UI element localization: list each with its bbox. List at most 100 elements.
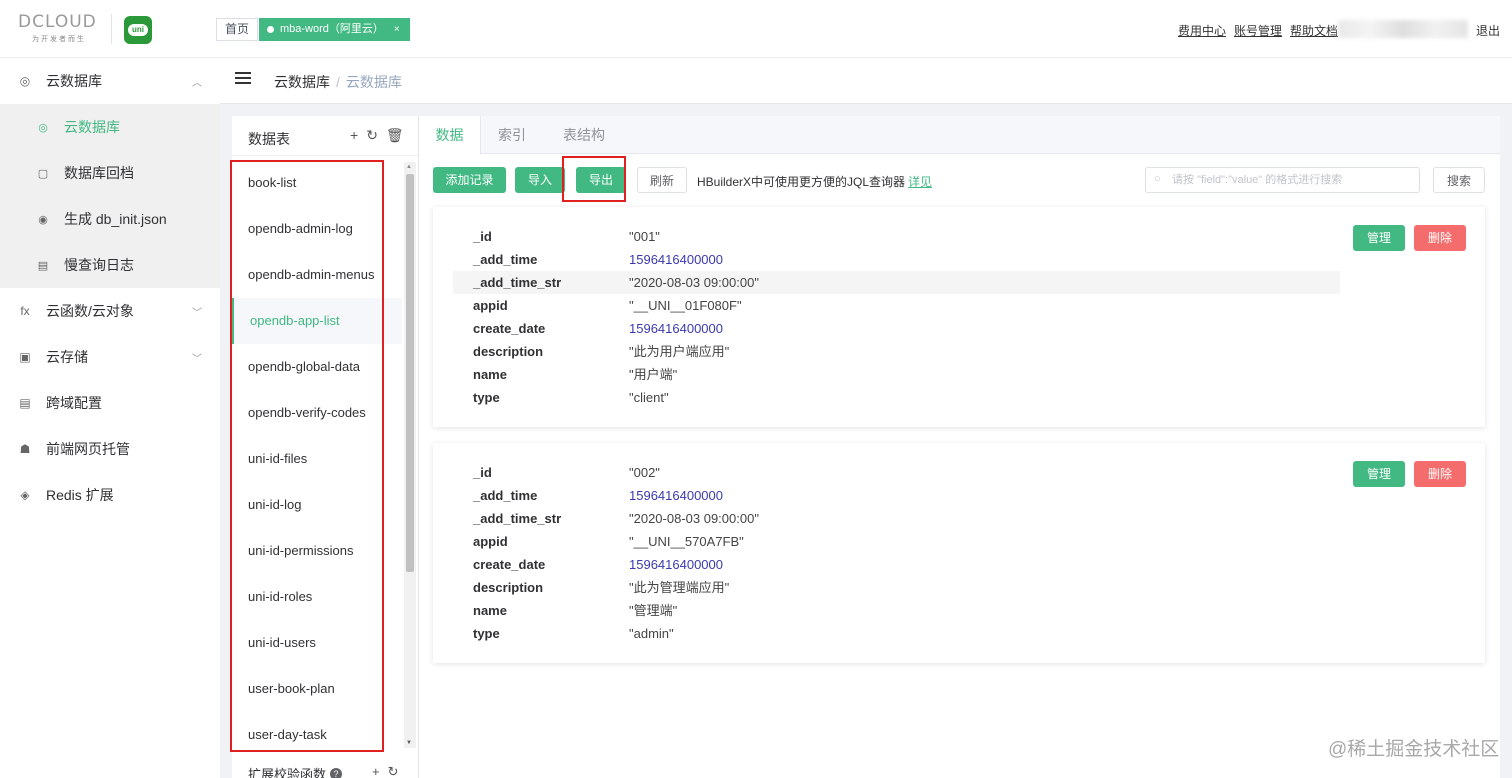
trash-icon[interactable]: 🗑 — [386, 127, 404, 144]
sidebar-item-label: 云存储 — [46, 349, 88, 365]
field-value: 1596416400000 — [629, 252, 723, 267]
import-button[interactable]: 导入 — [515, 167, 565, 193]
generate-icon: ◉ — [38, 213, 48, 226]
link-billing[interactable]: 费用中心 — [1178, 22, 1226, 39]
field-value: "管理端" — [629, 603, 678, 618]
sidebar-subitem-label: 数据库回档 — [64, 165, 134, 181]
scroll-down-icon[interactable]: ▼ — [406, 740, 412, 746]
field-key: type — [473, 390, 500, 405]
log-icon: ▤ — [37, 259, 49, 272]
sidebar-item-cors[interactable]: ▤ 跨域配置 — [0, 380, 220, 426]
jql-hint: HBuilderX中可使用更方便的JQL查询器 详见 — [697, 173, 932, 190]
manage-button[interactable]: 管理 — [1353, 225, 1405, 251]
field-value: 1596416400000 — [629, 557, 723, 572]
sidebar-subitem-rollback[interactable]: ▢ 数据库回档 — [0, 150, 220, 196]
field-value: "__UNI__570A7FB" — [629, 534, 744, 549]
field-value: 1596416400000 — [629, 321, 723, 336]
sidebar-item-label: 云函数/云对象 — [46, 303, 134, 319]
delete-button[interactable]: 删除 — [1414, 225, 1466, 251]
search-input[interactable] — [1172, 171, 1412, 189]
sidebar-item-cloud-database[interactable]: ◎ 云数据库 ︿ — [0, 58, 220, 104]
tables-panel-title: 数据表 — [248, 131, 290, 147]
refresh-icon[interactable]: ↻ — [388, 764, 399, 778]
sidebar-subitem-slow-log[interactable]: ▤ 慢查询日志 — [0, 242, 220, 288]
rollback-icon: ▢ — [37, 167, 49, 180]
field-key: description — [473, 580, 544, 595]
refresh-icon[interactable]: ↻ — [366, 127, 378, 144]
chevron-up-icon: ︿ — [192, 77, 202, 89]
breadcrumb: 云数据库 / 云数据库 — [274, 72, 402, 92]
field-key: appid — [473, 534, 508, 549]
field-key: name — [473, 603, 507, 618]
refresh-button[interactable]: 刷新 — [637, 167, 687, 193]
sidebar-item-label: 跨域配置 — [46, 395, 102, 411]
add-record-button[interactable]: 添加记录 — [433, 167, 506, 193]
field-value: "client" — [629, 390, 669, 405]
help-icon[interactable]: ? — [330, 767, 343, 778]
jql-hint-link[interactable]: 详见 — [908, 175, 932, 189]
search-icon: ○ — [1154, 173, 1161, 185]
search-button[interactable]: 搜索 — [1433, 167, 1485, 193]
field-value: "2020-08-03 09:00:00" — [629, 275, 759, 290]
sidebar-subitem-label: 慢查询日志 — [64, 257, 134, 273]
logout-link[interactable]: 退出 — [1476, 22, 1500, 39]
record-card: _id "001" _add_time 1596416400000 _add_tim… — [433, 207, 1485, 427]
logo-slogan: 为开发者而生 — [32, 36, 86, 43]
link-account[interactable]: 账号管理 — [1234, 22, 1282, 39]
link-help[interactable]: 帮助文档 — [1290, 22, 1338, 39]
highlight-box-table-list — [230, 160, 384, 752]
field-key: create_date — [473, 557, 546, 572]
sidebar-item-cloud-functions[interactable]: fx 云函数/云对象 ﹀ — [0, 288, 220, 334]
manage-button[interactable]: 管理 — [1353, 461, 1405, 487]
redis-icon: ◈ — [20, 488, 30, 502]
field-value: "001" — [629, 229, 660, 244]
panel-divider — [418, 116, 419, 778]
jql-hint-text: HBuilderX中可使用更方便的JQL查询器 — [697, 175, 906, 189]
tab-schema[interactable]: 表结构 — [543, 116, 625, 154]
chevron-down-icon: ﹀ — [192, 353, 202, 365]
storage-icon: ▣ — [19, 350, 31, 364]
database-icon: ◎ — [38, 121, 48, 134]
sidebar: ◎ 云数据库 ︿ ◎ 云数据库 ▢ 数据库回档 ◉ 生成 db_init.jso… — [0, 58, 220, 778]
scroll-up-icon[interactable]: ▲ — [406, 164, 412, 170]
logo-divider — [111, 14, 112, 44]
add-icon[interactable]: + — [350, 127, 358, 144]
breadcrumb-parent[interactable]: 云数据库 — [274, 74, 330, 90]
tab-home[interactable]: 首页 — [216, 18, 259, 41]
top-header: DCLOUD 为开发者而生 uni 首页 mba-word（阿里云） × 费用中… — [0, 0, 1512, 58]
active-dot-icon — [267, 26, 274, 33]
field-key: create_date — [473, 321, 546, 336]
tab-mba-word[interactable]: mba-word（阿里云） × — [259, 18, 410, 41]
tab-data[interactable]: 数据 — [419, 116, 481, 154]
uni-logo[interactable]: uni — [124, 16, 152, 44]
close-icon[interactable]: × — [394, 18, 400, 41]
sidebar-item-cloud-storage[interactable]: ▣ 云存储 ﹀ — [0, 334, 220, 380]
add-icon[interactable]: + — [372, 764, 380, 778]
tab-mba-word-label: mba-word（阿里云） — [280, 23, 384, 35]
sidebar-subitem-generate-init[interactable]: ◉ 生成 db_init.json — [0, 196, 220, 242]
search-field[interactable]: ○ — [1145, 167, 1420, 193]
table-list-scrollbar[interactable]: ▲ ▼ — [404, 162, 416, 748]
sidebar-item-redis[interactable]: ◈ Redis 扩展 — [0, 472, 220, 518]
extension-validator-row: 扩展校验函数 ? + ↻ — [248, 764, 399, 778]
field-value: "此为管理端应用" — [629, 580, 730, 595]
sidebar-subitem-database[interactable]: ◎ 云数据库 — [0, 104, 220, 150]
field-value: "用户端" — [629, 367, 678, 382]
sidebar-item-label: 云数据库 — [46, 73, 102, 89]
tab-index[interactable]: 索引 — [481, 116, 543, 154]
sidebar-item-hosting[interactable]: ☗ 前端网页托管 — [0, 426, 220, 472]
sidebar-subitem-label: 生成 db_init.json — [64, 211, 167, 227]
breadcrumb-bar: 云数据库 / 云数据库 — [220, 58, 1512, 104]
menu-toggle-icon[interactable] — [235, 72, 251, 86]
dcloud-logo[interactable]: DCLOUD 为开发者而生 — [18, 12, 100, 46]
field-key: description — [473, 344, 544, 359]
highlight-box-export — [562, 156, 626, 202]
field-value: "此为用户端应用" — [629, 344, 730, 359]
delete-button[interactable]: 删除 — [1414, 461, 1466, 487]
scrollbar-thumb[interactable] — [406, 174, 414, 572]
field-key: _add_time_str — [473, 511, 562, 526]
breadcrumb-current: 云数据库 — [345, 74, 402, 90]
field-value: "__UNI__01F080F" — [629, 298, 742, 313]
blurred-username — [1338, 20, 1468, 38]
top-links: 费用中心 账号管理 帮助文档 — [1178, 22, 1338, 39]
